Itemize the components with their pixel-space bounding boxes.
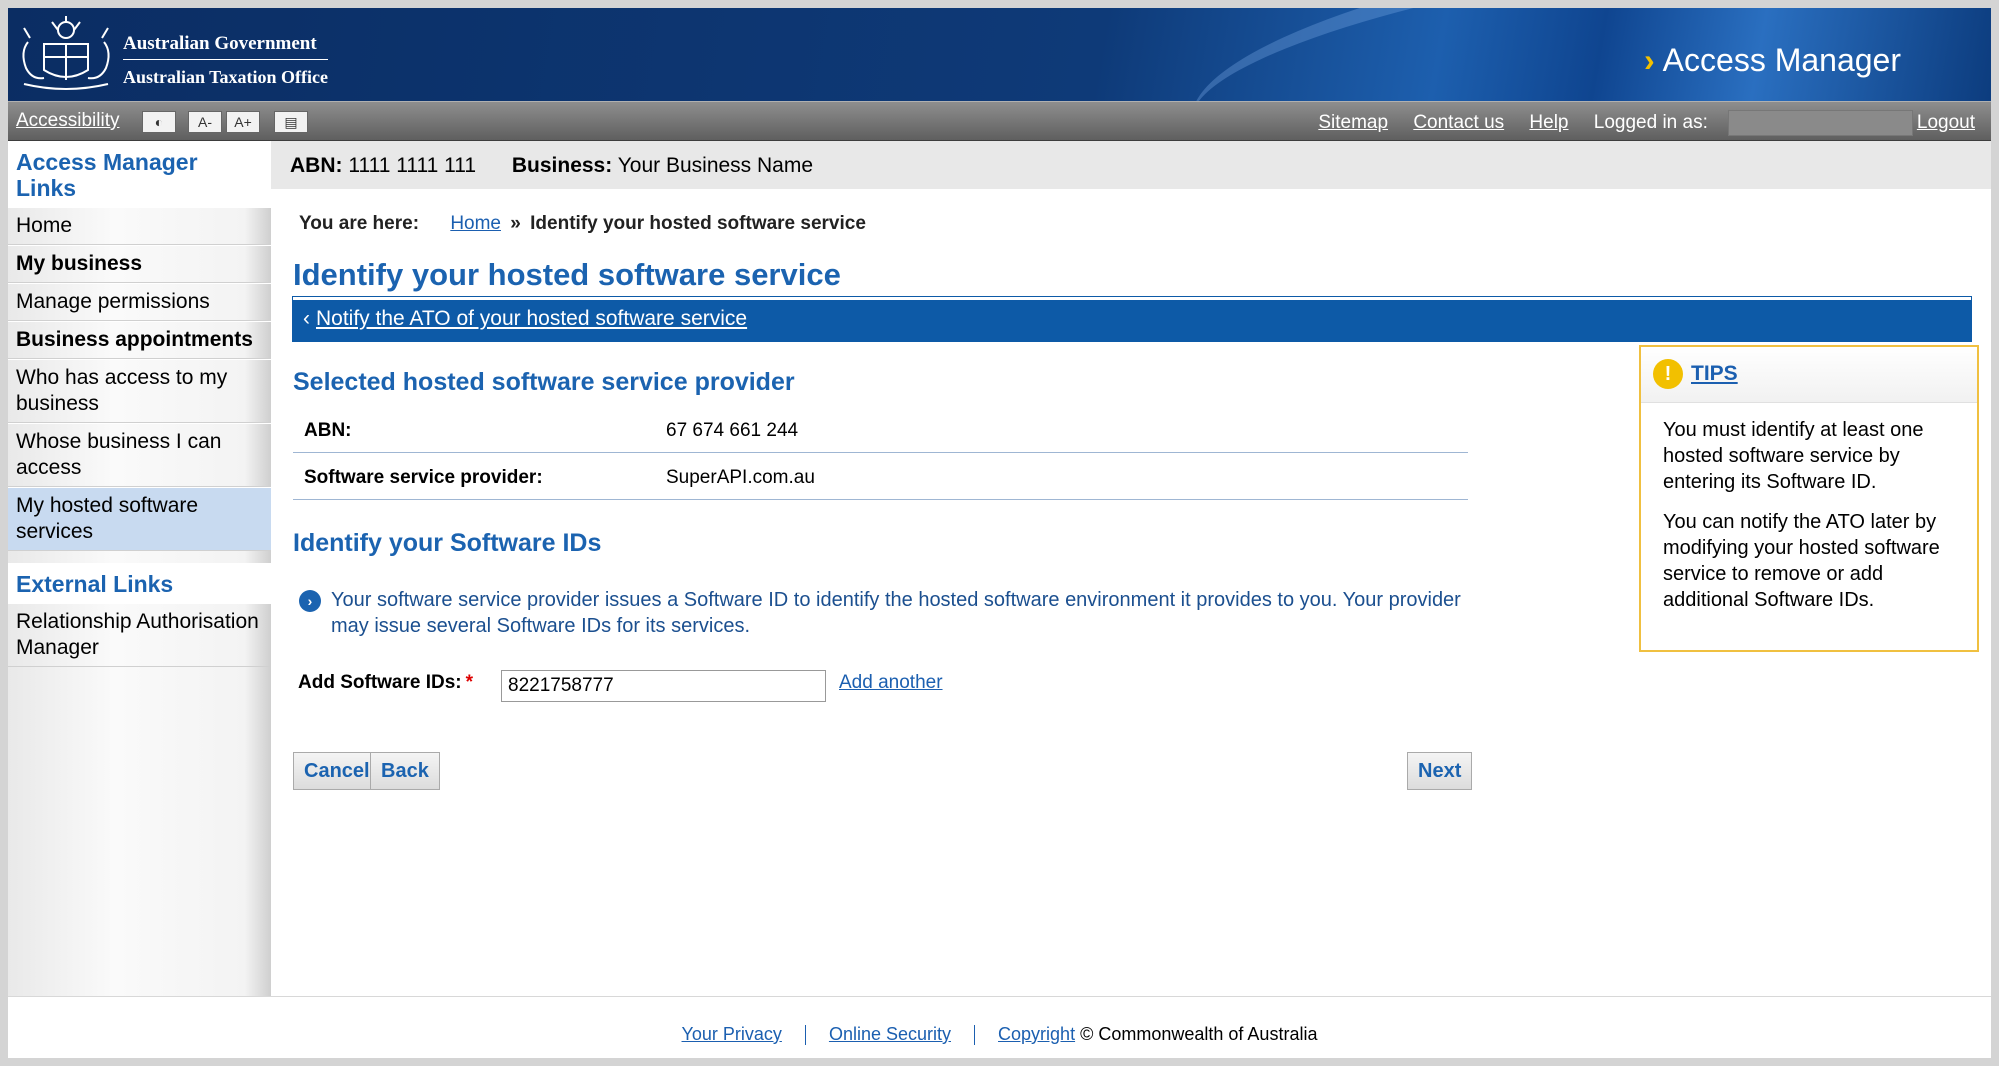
contact-link[interactable]: Contact us	[1413, 112, 1504, 133]
font-decrease-button[interactable]: A-	[188, 111, 222, 133]
cancel-button[interactable]: Cancel	[293, 752, 381, 790]
sidebar-item-ram[interactable]: Relationship Authorisation Manager	[8, 603, 271, 667]
layout-icon[interactable]: ▤	[274, 111, 308, 133]
toolbar-links: Sitemap Contact us Help Logged in as: Log…	[1298, 110, 1975, 136]
main-content: You are here: Home » Identify your hoste…	[271, 189, 1991, 996]
tips-link[interactable]: TIPS	[1691, 362, 1738, 385]
sidebar-item-whose-business[interactable]: Whose business I can access	[8, 423, 271, 487]
software-ids-label-text: Add Software IDs:	[298, 672, 462, 693]
tip-text: You must identify at least one hosted so…	[1663, 419, 1924, 493]
page-title: Identify your hosted software service	[293, 257, 841, 292]
logged-in-label: Logged in as:	[1593, 112, 1708, 134]
business-context-bar: ABN: 1111 1111 111 Business: Your Busine…	[271, 141, 1991, 189]
back-link-bar: ‹ Notify the ATO of your hosted software …	[292, 296, 1972, 342]
sidebar-item-who-has-access[interactable]: Who has access to my business	[8, 359, 271, 423]
detail-value: SuperAPI.com.au	[666, 467, 815, 488]
detail-key: ABN:	[304, 420, 352, 441]
provider-section-heading: Selected hosted software service provide…	[293, 368, 795, 396]
sidebar-item-home[interactable]: Home	[8, 207, 271, 245]
online-security-link[interactable]: Online Security	[829, 1024, 951, 1044]
business-label: Business:	[511, 154, 613, 177]
sidebar-heading-external: External Links	[8, 563, 271, 603]
chevron-left-icon: ‹	[303, 307, 310, 330]
notify-ato-link[interactable]: Notify the ATO of your hosted software s…	[316, 307, 747, 330]
sidebar-heading-access-manager: Access Manager Links	[8, 141, 271, 207]
sitemap-link[interactable]: Sitemap	[1318, 112, 1388, 133]
sidebar: Access Manager Links Home My business Ma…	[8, 141, 271, 996]
warning-icon: !	[1653, 359, 1683, 389]
contrast-icon[interactable]: ◐	[142, 111, 176, 133]
detail-row: Software service provider: SuperAPI.com.…	[293, 453, 1468, 500]
business-value: Your Business Name	[617, 154, 814, 177]
font-increase-button[interactable]: A+	[226, 111, 260, 133]
app-title-text: Access Manager	[1662, 42, 1901, 78]
info-message: › Your software service provider issues …	[299, 587, 1479, 639]
abn-value: 1111 1111 111	[348, 154, 477, 177]
site-footer: Your Privacy Online Security Copyright ©…	[8, 996, 1991, 1058]
gov-line-1: Australian Government	[123, 33, 317, 54]
logout-link[interactable]: Logout	[1917, 112, 1975, 133]
tips-header: ! TIPS	[1641, 347, 1977, 403]
ids-section-heading: Identify your Software IDs	[293, 529, 602, 557]
detail-value: 67 674 661 244	[666, 420, 799, 441]
copyright-link[interactable]: Copyright	[998, 1024, 1075, 1044]
abn-label: ABN:	[290, 154, 343, 177]
sidebar-item-manage-permissions[interactable]: Manage permissions	[8, 283, 271, 321]
copyright-text: © Commonwealth of Australia	[1080, 1024, 1318, 1044]
coat-of-arms-icon	[22, 16, 110, 90]
tip-text: You can notify the ATO later by modifyin…	[1663, 511, 1940, 611]
next-button[interactable]: Next	[1407, 752, 1473, 790]
tips-panel: ! TIPS You must identify at least one hos…	[1639, 345, 1979, 652]
detail-key: Software service provider:	[304, 467, 543, 488]
breadcrumb-home-link[interactable]: Home	[450, 213, 501, 234]
software-id-input[interactable]	[501, 670, 826, 702]
info-text: Your software service provider issues a …	[331, 589, 1461, 637]
detail-row: ABN: 67 674 661 244	[293, 406, 1468, 453]
breadcrumb-label: You are here:	[299, 213, 420, 234]
required-marker: *	[465, 672, 474, 693]
footer-divider	[804, 1025, 806, 1046]
add-another-link[interactable]: Add another	[839, 672, 943, 694]
accessibility-link[interactable]: Accessibility	[16, 110, 119, 132]
software-ids-label: Add Software IDs: *	[298, 672, 473, 694]
breadcrumb: You are here: Home » Identify your hoste…	[299, 213, 866, 235]
chevron-right-icon: ›	[1644, 42, 1655, 78]
sidebar-item-hosted-software[interactable]: My hosted software services	[8, 487, 271, 551]
breadcrumb-separator: »	[510, 213, 521, 234]
info-arrow-icon: ›	[299, 590, 321, 612]
breadcrumb-current: Identify your hosted software service	[530, 213, 866, 234]
utility-toolbar: Accessibility ◐ A- A+ ▤ Sitemap Contact …	[8, 101, 1991, 141]
privacy-link[interactable]: Your Privacy	[682, 1024, 782, 1044]
app-title: › Access Manager	[1644, 42, 1901, 79]
site-header: Australian Government Australian Taxatio…	[8, 8, 1991, 101]
logged-in-user	[1727, 110, 1913, 136]
footer-divider	[974, 1025, 976, 1046]
provider-details: ABN: 67 674 661 244 Software service pro…	[293, 406, 1468, 500]
page-frame: Australian Government Australian Taxatio…	[8, 8, 1991, 1058]
sidebar-item-my-business[interactable]: My business	[8, 245, 271, 283]
sidebar-item-business-appointments[interactable]: Business appointments	[8, 321, 271, 359]
help-link[interactable]: Help	[1529, 112, 1568, 133]
gov-line-2: Australian Taxation Office	[123, 59, 329, 89]
government-logo-text: Australian Government Australian Taxatio…	[123, 32, 329, 89]
back-button[interactable]: Back	[370, 752, 440, 790]
